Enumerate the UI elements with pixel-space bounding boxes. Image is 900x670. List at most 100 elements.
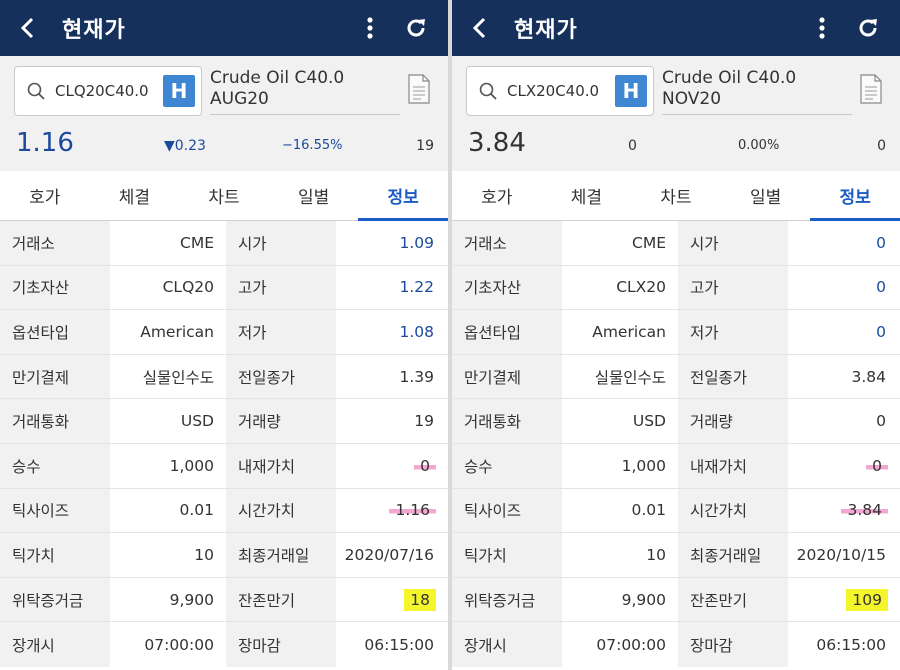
field-value: 실물인수도 [110, 354, 226, 399]
more-menu-button[interactable] [358, 0, 382, 56]
history-badge-button[interactable]: H [163, 75, 195, 107]
field-label: 틱사이즈 [452, 488, 562, 533]
back-button[interactable] [452, 0, 508, 56]
field-value: CLQ20 [110, 265, 226, 310]
table-row: 승수 1,000 내재가치 0 [452, 443, 900, 489]
field-value: 1,000 [110, 443, 226, 488]
table-row: 기초자산 CLX20 고가 0 [452, 265, 900, 311]
field-value: 07:00:00 [110, 622, 226, 667]
field-value-cell: 0 [788, 265, 900, 310]
current-price: 3.84 [468, 128, 526, 158]
page-title: 현재가 [62, 18, 126, 43]
table-row: 위탁증거금 9,900 잔존만기 18 [0, 577, 448, 623]
field-value: 109 [846, 588, 888, 611]
table-row: 만기결제 실물인수도 전일종가 1.39 [0, 354, 448, 400]
info-table: 거래소 CME 시가 1.09 기초자산 CLQ20 고가 1.22 옵션타입 American 저… [0, 221, 448, 667]
more-vert-icon [819, 17, 825, 39]
history-badge-button[interactable]: H [615, 75, 647, 107]
field-label: 기초자산 [452, 265, 562, 310]
back-icon [472, 17, 486, 39]
tab-trades[interactable]: 체결 [90, 171, 180, 220]
tab-chart[interactable]: 차트 [179, 171, 269, 220]
table-row: 거래소 CME 시가 0 [452, 221, 900, 266]
field-label: 승수 [452, 443, 562, 488]
symbol-search-field[interactable]: CLQ20C40.0 H [14, 66, 202, 116]
table-row: 거래통화 USD 거래량 19 [0, 399, 448, 444]
field-label: 시가 [226, 221, 336, 265]
field-value-cell: 18 [336, 577, 448, 622]
table-row: 거래통화 USD 거래량 0 [452, 399, 900, 444]
field-value-cell: 1.39 [336, 354, 448, 399]
field-value: 0 [876, 412, 886, 431]
field-value: 1.16 [389, 501, 436, 520]
field-label: 거래통화 [452, 399, 562, 443]
more-menu-button[interactable] [810, 0, 834, 56]
instrument-name-line2: AUG20 [210, 89, 269, 109]
current-price: 1.16 [16, 128, 74, 158]
table-row: 장개시 07:00:00 장마감 06:15:00 [452, 622, 900, 667]
table-row: 틱사이즈 0.01 시간가치 3.84 [452, 488, 900, 534]
more-vert-icon [367, 17, 373, 39]
field-label: 잔존만기 [678, 577, 788, 622]
price-change-percent: −16.55% [282, 138, 343, 153]
field-value: 10 [562, 533, 678, 577]
field-value: 0 [876, 322, 886, 341]
field-value: 9,900 [110, 577, 226, 622]
tab-orderbook[interactable]: 호가 [0, 171, 90, 220]
field-label: 내재가치 [678, 443, 788, 488]
app-header: 현재가 [452, 0, 900, 56]
divider [210, 114, 400, 115]
document-icon[interactable] [408, 74, 430, 104]
divider [662, 114, 852, 115]
field-label: 저가 [226, 310, 336, 354]
instrument-name-line1: Crude Oil C40.0 [662, 68, 797, 88]
table-row: 틱가치 10 최종거래일 2020/10/15 [452, 533, 900, 578]
field-value: 3.84 [851, 367, 886, 386]
table-row: 기초자산 CLQ20 고가 1.22 [0, 265, 448, 311]
document-icon[interactable] [860, 74, 882, 104]
field-value: 1.22 [399, 278, 434, 297]
field-value-cell: 1.16 [336, 488, 448, 533]
table-row: 옵션타입 American 저가 0 [452, 310, 900, 355]
symbol-code: CLX20C40.0 [507, 82, 600, 100]
tab-daily[interactable]: 일별 [721, 171, 811, 220]
field-label: 최종거래일 [678, 533, 788, 577]
field-value: CME [110, 221, 226, 265]
field-label: 만기결제 [452, 354, 562, 399]
field-label: 장마감 [226, 622, 336, 667]
tab-info[interactable]: 정보 [358, 171, 448, 221]
field-value: 06:15:00 [816, 635, 886, 654]
volume: 0 [877, 138, 886, 154]
back-icon [20, 17, 34, 39]
field-value: 1.39 [399, 367, 434, 386]
field-value-cell: 2020/10/15 [788, 533, 900, 577]
table-row: 승수 1,000 내재가치 0 [0, 443, 448, 489]
field-value-cell: 3.84 [788, 354, 900, 399]
field-label: 틱가치 [0, 533, 110, 577]
field-value-cell: 0 [788, 399, 900, 443]
refresh-button[interactable] [396, 0, 436, 56]
tab-orderbook[interactable]: 호가 [452, 171, 542, 220]
instrument-name: Crude Oil C40.0 NOV20 [662, 68, 852, 110]
field-value: 07:00:00 [562, 622, 678, 667]
tab-chart[interactable]: 차트 [631, 171, 721, 220]
field-value: 0 [414, 456, 436, 475]
tab-daily[interactable]: 일별 [269, 171, 359, 220]
field-value: 실물인수도 [562, 354, 678, 399]
symbol-search-field[interactable]: CLX20C40.0 H [466, 66, 654, 116]
field-value: 1.09 [399, 233, 434, 252]
table-row: 장개시 07:00:00 장마감 06:15:00 [0, 622, 448, 667]
field-value: American [110, 310, 226, 354]
field-value: 0 [866, 456, 888, 475]
field-value-cell: 1.09 [336, 221, 448, 265]
refresh-button[interactable] [848, 0, 888, 56]
tab-info[interactable]: 정보 [810, 171, 900, 221]
tab-trades[interactable]: 체결 [542, 171, 632, 220]
field-value: American [562, 310, 678, 354]
back-button[interactable] [0, 0, 56, 56]
field-value-cell: 109 [788, 577, 900, 622]
field-value: 06:15:00 [364, 635, 434, 654]
instrument-name-line1: Crude Oil C40.0 [210, 68, 345, 88]
field-value-cell: 0 [788, 310, 900, 354]
field-label: 고가 [678, 265, 788, 310]
